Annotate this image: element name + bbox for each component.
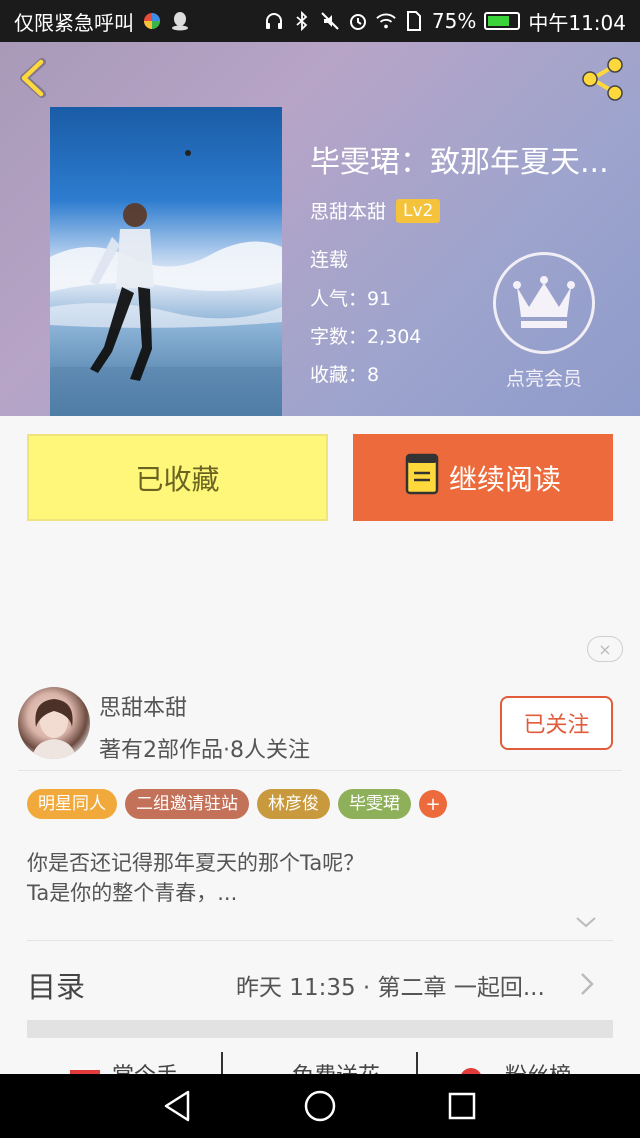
section-divider [27,1020,613,1038]
headphones-icon [264,11,284,31]
toc-label[interactable]: 目录 [27,964,85,1006]
divider [18,770,622,771]
share-button[interactable] [578,54,628,104]
divider [27,940,613,941]
tab-separator [221,1052,223,1074]
bottom-tab-bar: 掌今手 免费送花 粉丝榜 [0,1052,640,1074]
book-icon [405,453,439,502]
author-row: 思甜本甜 Lv2 [310,197,441,224]
qq-icon [170,11,190,31]
tag-item[interactable]: 明星同人 [27,789,117,819]
system-nav-bar [0,1074,640,1138]
figure [90,203,154,381]
mute-icon [320,11,340,31]
vip-label: 点亮会员 [505,368,582,390]
book-title: 毕雯珺：致那年夏天... [310,145,609,180]
vip-button[interactable] [493,252,595,354]
description-line: Ta是你的整个青春，... [27,881,238,905]
triangle-back-icon [164,1090,190,1122]
square-recents-icon [448,1092,476,1120]
tab-fans-rank[interactable]: 粉丝榜 [505,1058,571,1074]
crown-icon [513,276,575,328]
avatar[interactable] [18,687,90,759]
popularity-count: 人气：91 [310,288,392,310]
tab-reward[interactable]: 掌今手 [112,1058,178,1074]
card-author-name[interactable]: 思甜本甜 [99,690,187,722]
bluetooth-icon [292,11,312,31]
battery-percent: 75% [431,9,477,33]
battery-icon [484,12,521,30]
continue-reading-label: 继续阅读 [448,462,561,496]
word-count: 字数：2,304 [310,326,422,348]
close-ad-button[interactable]: × [587,636,623,662]
add-tag-button[interactable]: + [419,790,447,818]
colorful-app-icon [142,11,162,31]
alarm-icon [348,11,368,31]
book-cover[interactable] [50,107,282,416]
back-button[interactable] [14,56,54,100]
chevron-down-icon [576,917,596,928]
tag-item[interactable]: 二组邀请驻站 [125,789,249,819]
book-description[interactable]: 你是否还记得那年夏天的那个Ta呢？ Ta是你的整个青春，... [27,848,364,908]
nav-back-button[interactable] [160,1088,196,1124]
follow-label: 已关注 [523,713,590,738]
author-stats: 著有2部作品·8人关注 [99,738,310,763]
level-badge: Lv2 [396,198,441,223]
carrier-text: 仅限紧急呼叫 [14,10,134,35]
clock: 中午11:04 [528,10,626,35]
toc-arrow-button[interactable] [578,970,596,998]
tag-item[interactable]: 毕雯珺 [338,789,411,819]
collected-button[interactable]: 已收藏 [27,434,328,521]
book-header: 毕雯珺：致那年夏天... 思甜本甜 Lv2 连载 人气：91 字数：2,304 … [0,42,640,416]
author-name[interactable]: 思甜本甜 [310,197,386,224]
tag-list: 明星同人 二组邀请驻站 林彦俊 毕雯珺 + [27,789,447,819]
close-icon: × [598,639,612,659]
description-line: 你是否还记得那年夏天的那个Ta呢？ [27,851,365,875]
collected-label: 已收藏 [135,462,220,496]
nav-recents-button[interactable] [444,1088,480,1124]
chevron-right-icon [581,973,594,995]
sim-icon [404,11,424,31]
tab-free-flowers[interactable]: 免费送花 [292,1058,380,1074]
wifi-icon [376,11,396,31]
latest-chapter[interactable]: 昨天 11:35 · 第二章 一起回... [236,968,545,1002]
favorites-count: 收藏：8 [310,364,380,386]
continue-reading-button[interactable]: 继续阅读 [353,434,613,521]
tab-separator [416,1052,418,1074]
status-bar: 仅限紧急呼叫 75% 中午11:04 [0,0,640,42]
expand-description-button[interactable] [574,912,598,932]
circle-home-icon [304,1090,336,1122]
serial-status: 连载 [310,249,349,271]
share-icon [582,57,623,101]
follow-button[interactable]: 已关注 [500,696,613,750]
tag-item[interactable]: 林彦俊 [257,789,330,819]
nav-home-button[interactable] [302,1088,338,1124]
